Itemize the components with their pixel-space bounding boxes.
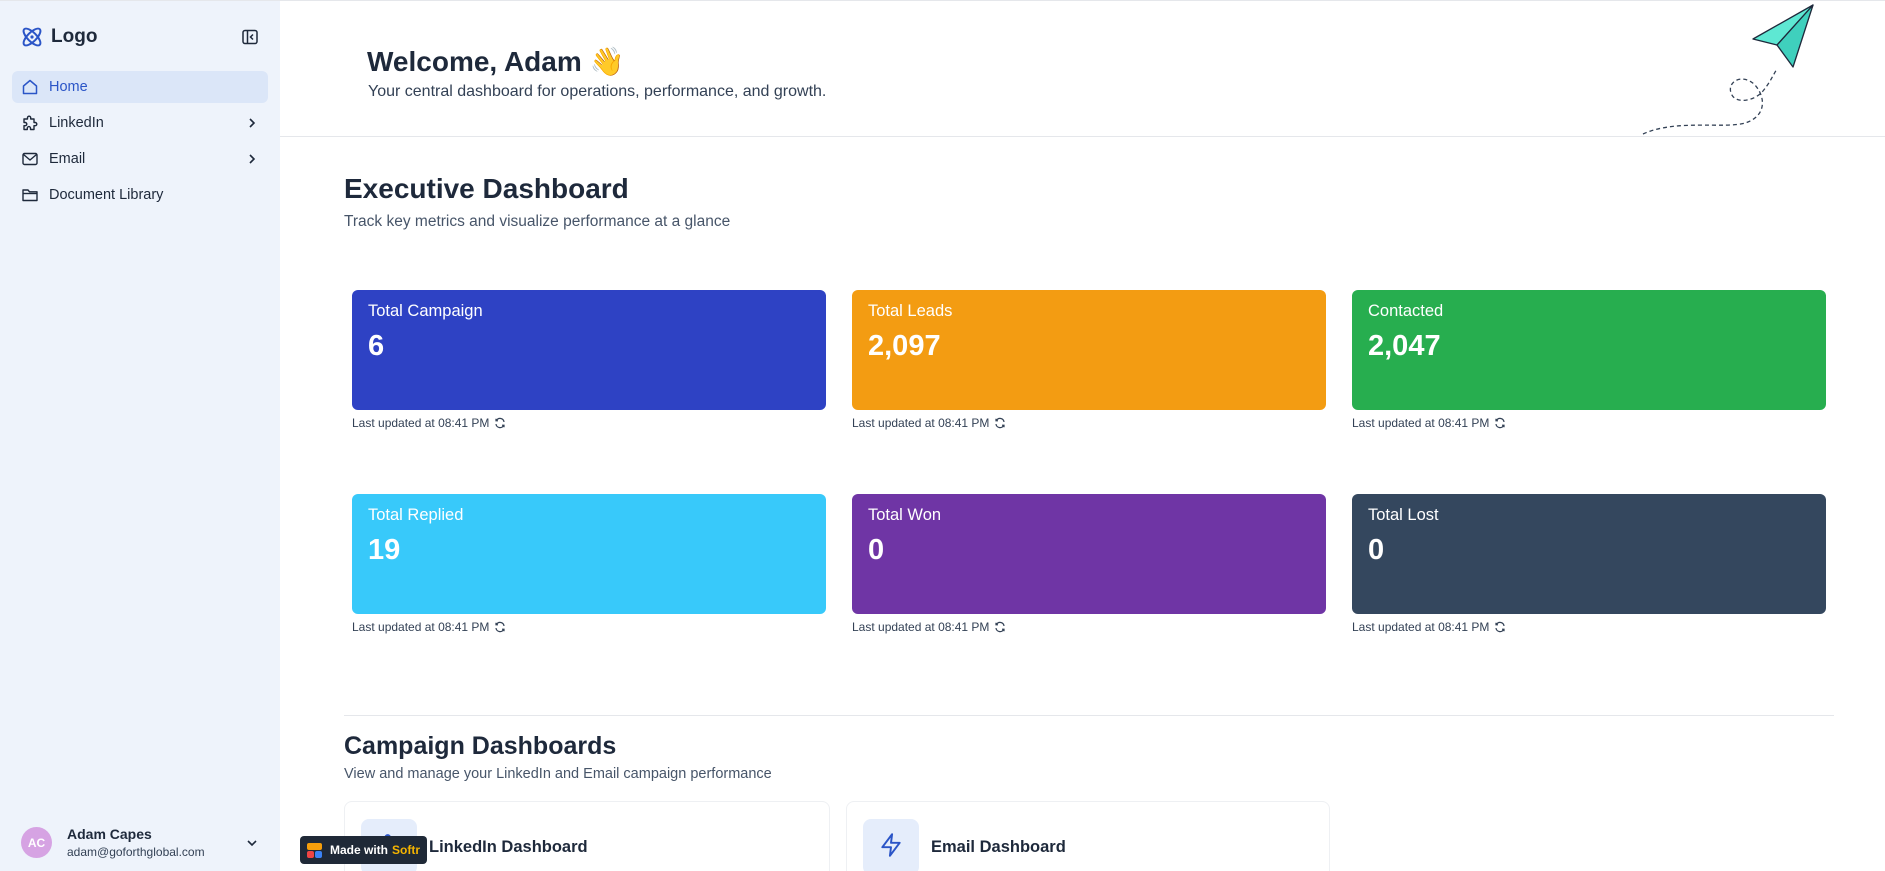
folder-icon (20, 185, 40, 205)
sidebar-item-label: LinkedIn (49, 115, 104, 131)
last-updated-text: Last updated at 08:41 PM (352, 620, 490, 634)
last-updated-text: Last updated at 08:41 PM (1352, 416, 1490, 430)
user-menu[interactable]: AC Adam Capes adam@goforthglobal.com (21, 826, 260, 859)
metric-value: 0 (868, 534, 885, 566)
puzzle-icon (20, 113, 40, 133)
metric-label: Contacted (1368, 302, 1444, 320)
chevron-down-icon[interactable] (244, 835, 260, 851)
made-with-softr-badge[interactable]: Made with Softr (300, 836, 428, 864)
metric-value: 0 (1368, 534, 1385, 566)
badge-brand: Softr (392, 843, 421, 857)
sidebar-item-label: Email (49, 151, 86, 167)
sidebar-item-home[interactable]: Home (12, 71, 268, 103)
atom-logo-icon[interactable] (19, 24, 45, 50)
last-updated: Last updated at 08:41 PM (1352, 416, 1652, 430)
last-updated: Last updated at 08:41 PM (1352, 620, 1652, 634)
last-updated-text: Last updated at 08:41 PM (852, 416, 990, 430)
linkedin-dashboard-label: LinkedIn Dashboard (429, 838, 588, 856)
avatar: AC (21, 827, 52, 858)
campaign-dashboards-title: Campaign Dashboards (344, 732, 617, 760)
metric-card-total-lost[interactable]: Total Lost 0 (1352, 494, 1826, 614)
metric-label: Total Lost (1368, 506, 1439, 524)
user-info: Adam Capes adam@goforthglobal.com (67, 826, 205, 859)
metric-label: Total Campaign (368, 302, 483, 320)
metric-card-total-won[interactable]: Total Won 0 (852, 494, 1326, 614)
mail-icon (20, 149, 40, 169)
refresh-icon[interactable] (1494, 417, 1506, 429)
refresh-icon[interactable] (994, 621, 1006, 633)
metric-card-total-replied[interactable]: Total Replied 19 (352, 494, 826, 614)
metric-value: 2,097 (868, 330, 941, 362)
last-updated-text: Last updated at 08:41 PM (852, 620, 990, 634)
sidebar-nav: Home LinkedIn Email Document Library (0, 53, 280, 211)
last-updated: Last updated at 08:41 PM (352, 416, 652, 430)
refresh-icon[interactable] (1494, 621, 1506, 633)
welcome-subtitle: Your central dashboard for operations, p… (368, 83, 827, 100)
metric-card-total-campaign[interactable]: Total Campaign 6 (352, 290, 826, 410)
sidebar-item-document-library[interactable]: Document Library (12, 179, 268, 211)
email-dashboard-label: Email Dashboard (931, 838, 1066, 856)
sidebar-item-email[interactable]: Email (12, 143, 268, 175)
metric-card-total-leads[interactable]: Total Leads 2,097 (852, 290, 1326, 410)
collapse-sidebar-icon[interactable] (240, 27, 260, 47)
campaign-dashboards-subtitle: View and manage your LinkedIn and Email … (344, 766, 772, 782)
metric-label: Total Replied (368, 506, 464, 524)
chevron-right-icon (244, 151, 260, 167)
main-content: Welcome, Adam 👋 Your central dashboard f… (280, 1, 1885, 871)
lightning-icon (878, 832, 904, 863)
metric-label: Total Won (868, 506, 942, 524)
brand-name[interactable]: Logo (51, 26, 97, 48)
refresh-icon[interactable] (494, 621, 506, 633)
user-email: adam@goforthglobal.com (67, 845, 205, 859)
metric-value: 2,047 (1368, 330, 1441, 362)
sidebar-item-label: Document Library (49, 187, 164, 203)
email-dashboard-card[interactable]: Email Dashboard (846, 801, 1330, 871)
refresh-icon[interactable] (494, 417, 506, 429)
last-updated: Last updated at 08:41 PM (852, 620, 1152, 634)
last-updated: Last updated at 08:41 PM (352, 620, 652, 634)
chevron-right-icon (244, 115, 260, 131)
section-divider (344, 715, 1834, 716)
last-updated: Last updated at 08:41 PM (852, 416, 1152, 430)
refresh-icon[interactable] (994, 417, 1006, 429)
email-dashboard-icon-box (863, 819, 919, 871)
metric-value: 19 (368, 534, 401, 566)
executive-dashboard-title: Executive Dashboard (344, 173, 629, 204)
sidebar: Logo Home LinkedIn Email Document Librar… (0, 1, 280, 871)
last-updated-text: Last updated at 08:41 PM (352, 416, 490, 430)
paper-plane-illustration (1642, 4, 1814, 135)
home-icon (20, 77, 40, 97)
app-root: Logo Home LinkedIn Email Document Librar… (0, 0, 1885, 871)
last-updated-text: Last updated at 08:41 PM (1352, 620, 1490, 634)
welcome-title: Welcome, Adam 👋 (367, 46, 625, 77)
user-name: Adam Capes (67, 826, 152, 842)
metric-value: 6 (368, 330, 385, 362)
welcome-header: Welcome, Adam 👋 Your central dashboard f… (280, 1, 1885, 137)
sidebar-item-label: Home (49, 79, 88, 95)
badge-prefix: Made with (330, 843, 389, 857)
sidebar-item-linkedin[interactable]: LinkedIn (12, 107, 268, 139)
softr-logo-icon (307, 842, 322, 858)
executive-dashboard-subtitle: Track key metrics and visualize performa… (344, 213, 731, 230)
metric-card-contacted[interactable]: Contacted 2,047 (1352, 290, 1826, 410)
metric-label: Total Leads (868, 302, 953, 320)
brand: Logo (0, 1, 280, 53)
